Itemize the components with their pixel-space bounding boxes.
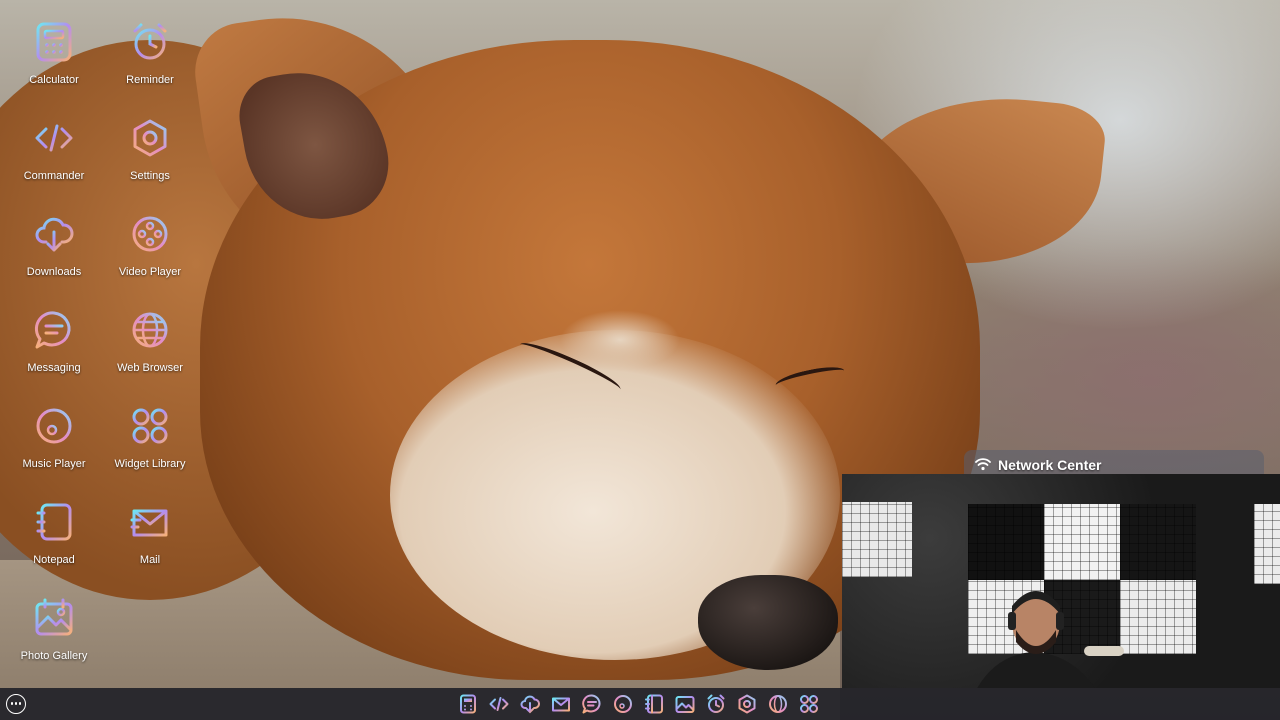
network-center-title: Network Center [998,457,1102,473]
desktop-icon-widget-library[interactable]: Widget Library [102,386,198,476]
webcam-person [977,591,1124,688]
desktop-icon-grid: Calculator Reminder Commander Settings D… [0,0,200,690]
desktop-icon-label: Widget Library [114,458,186,470]
desktop-icon-notepad[interactable]: Notepad [6,482,102,572]
taskbar-four-circles-icon[interactable] [799,694,819,714]
film-reel-icon [132,216,168,252]
start-menu-button[interactable] [6,694,26,714]
acoustic-panel-tile [1254,504,1280,584]
desktop-icon-video-player[interactable]: Video Player [102,194,198,284]
envelope-icon [130,509,168,537]
desktop-icon-music-player[interactable]: Music Player [6,386,102,476]
desktop-icon-label: Notepad [33,554,75,566]
calculator-icon [36,22,72,62]
taskbar [0,688,1280,720]
desktop-icon-label: Photo Gallery [20,650,88,662]
desktop-icon-label: Web Browser [117,362,183,374]
desktop-icon-photo-gallery[interactable]: Photo Gallery [6,578,102,668]
ellipsis-dot [18,702,21,705]
desktop-icon-label: Video Player [118,266,182,278]
acoustic-panel-tile [1120,504,1196,580]
ellipsis-menu-icon [10,702,13,705]
taskbar-picture-icon[interactable] [675,694,695,714]
desktop-icon-label: Messaging [27,362,81,374]
desktop-icon-label: Music Player [22,458,86,470]
acoustic-panel-tile [842,502,912,577]
code-icon [35,124,73,152]
desktop-icon-downloads[interactable]: Downloads [6,194,102,284]
ellipsis-dot [14,702,17,705]
taskbar-hexagon-gear-icon[interactable] [737,694,757,714]
cloud-download-icon [35,217,74,252]
desktop-icon-label: Downloads [26,266,82,278]
chat-bubble-icon [34,311,71,349]
desktop-icon-web-browser[interactable]: Web Browser [102,290,198,380]
acoustic-panel-tile [1044,504,1120,580]
wifi-icon [975,458,991,471]
taskbar-notebook-icon[interactable] [644,694,664,714]
taskbar-cloud-download-icon[interactable] [520,694,540,714]
desktop-icon-settings[interactable]: Settings [102,98,198,188]
taskbar-chat-bubble-icon[interactable] [582,694,602,714]
alarm-clock-icon [133,23,167,60]
taskbar-music-note-icon[interactable] [613,694,633,714]
desktop-icon-label: Settings [130,170,170,182]
wallpaper-dog-nose [698,575,838,670]
globe-icon [132,312,168,348]
desktop-icon-mail[interactable]: Mail [102,482,198,572]
desktop-icon-label: Commander [23,170,85,182]
desktop-icon-label: Calculator [29,74,79,86]
taskbar-alarm-clock-icon[interactable] [706,694,726,714]
webcam-overlay [842,474,1280,688]
picture-icon [35,598,73,636]
taskbar-calculator-icon[interactable] [458,694,478,714]
music-note-icon [36,408,72,444]
hexagon-gear-icon [133,119,167,157]
desktop-icon-commander[interactable]: Commander [6,98,102,188]
taskbar-envelope-icon[interactable] [551,694,571,714]
notebook-icon [36,503,72,541]
desktop-icon-messaging[interactable]: Messaging [6,290,102,380]
taskbar-code-icon[interactable] [489,694,509,714]
desktop-icon-label: Mail [139,554,161,566]
taskbar-globe-icon[interactable] [768,694,788,714]
four-circles-icon [132,408,168,444]
desktop-icon-reminder[interactable]: Reminder [102,2,198,92]
desktop-icon-label: Reminder [126,74,174,86]
desktop-icon-calculator[interactable]: Calculator [6,2,102,92]
acoustic-panel-tile [968,504,1044,580]
